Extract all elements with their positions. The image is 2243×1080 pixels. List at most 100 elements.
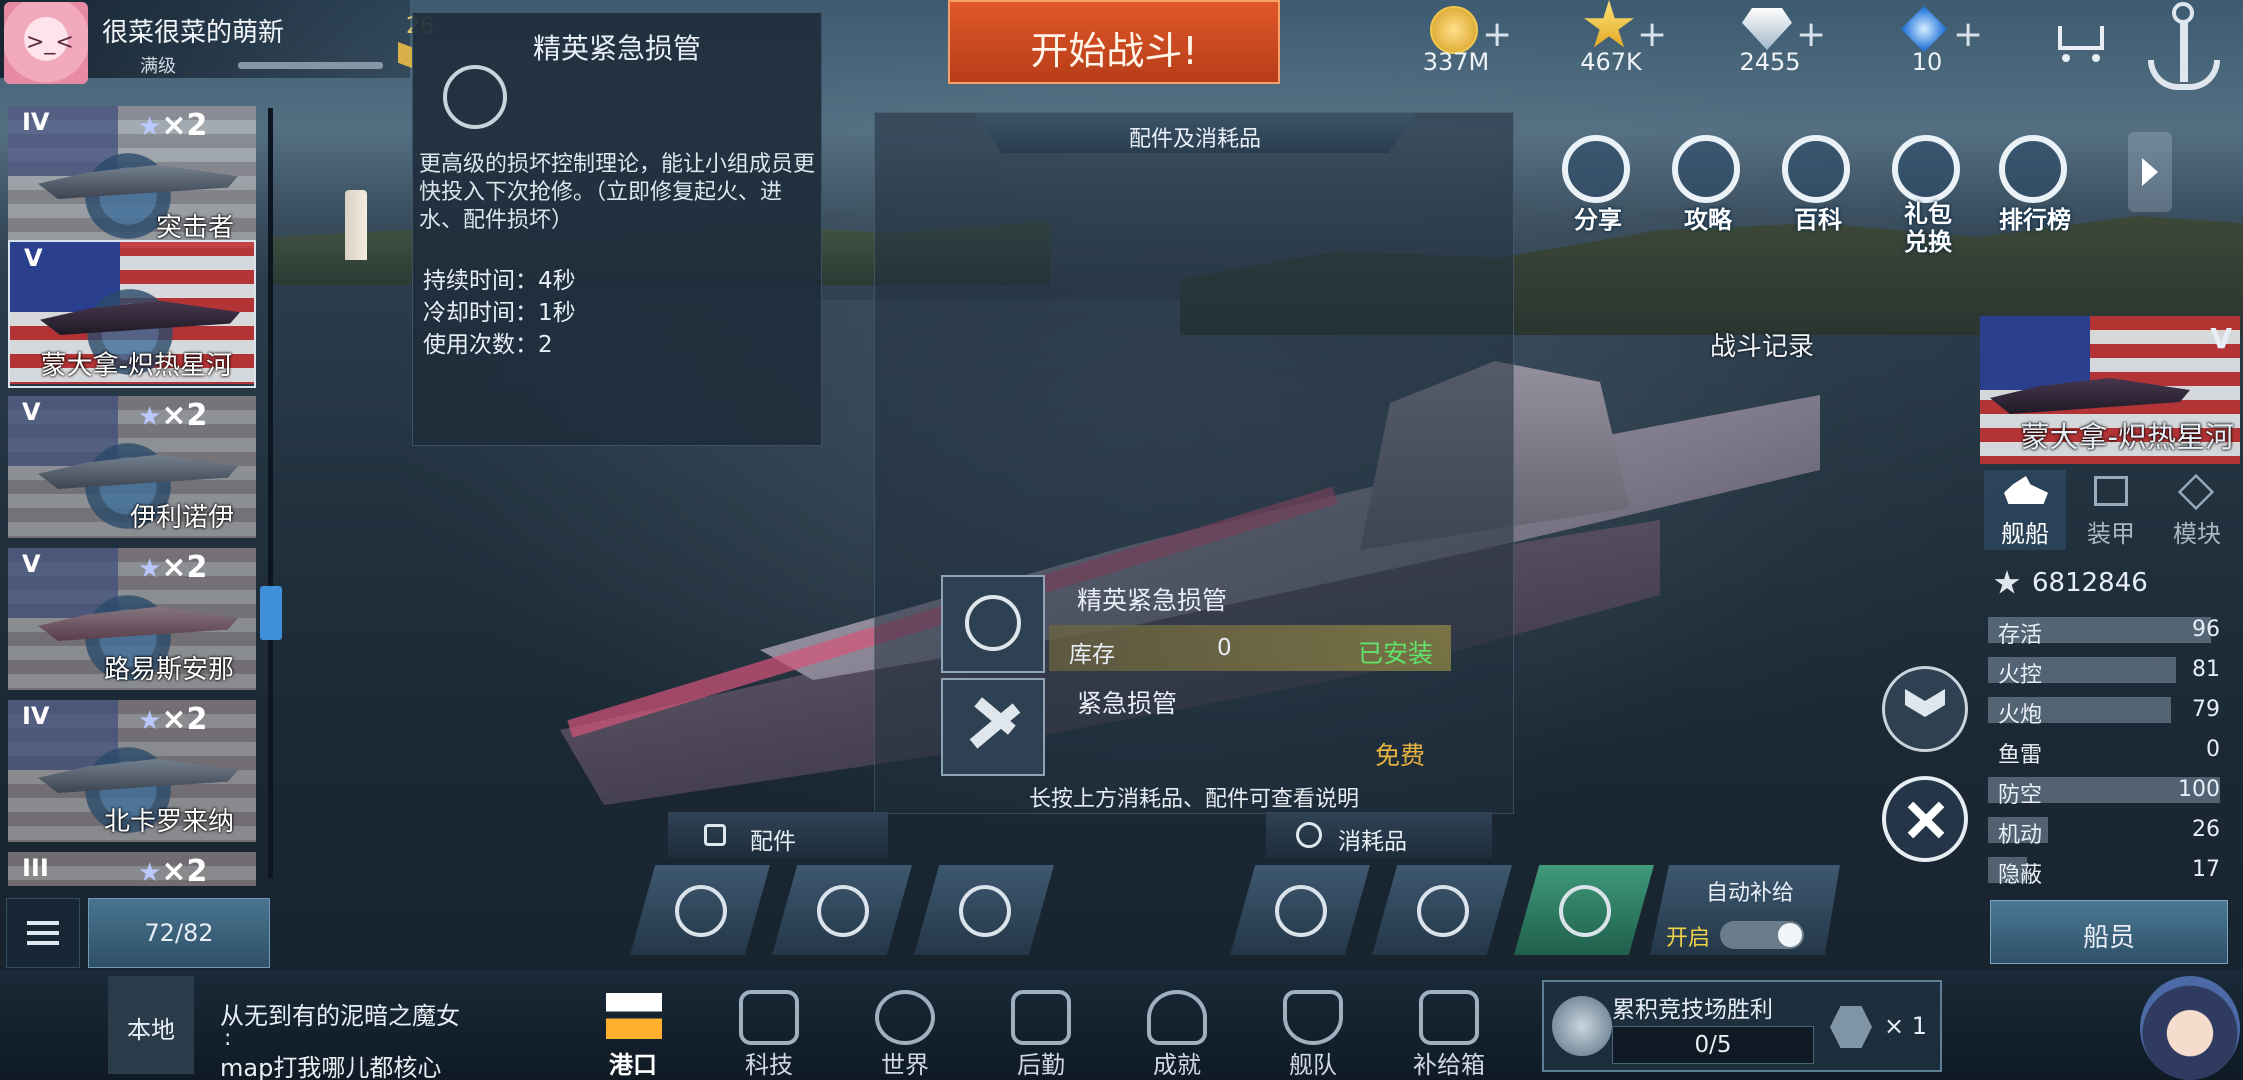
tab-ship[interactable]: 舰船 <box>1984 470 2066 550</box>
expand-menu-button[interactable] <box>2128 132 2172 212</box>
arena-progress-bar: 0/5 <box>1612 1026 1814 1064</box>
ship-card[interactable]: V ★×2 路易斯安那 <box>8 548 256 690</box>
nav-port[interactable]: 港口 <box>578 985 688 1080</box>
scrollbar-thumb[interactable] <box>260 586 282 640</box>
nav-fleet-label: 舰队 <box>1289 1051 1337 1079</box>
anchor-icon[interactable] <box>2140 2 2230 102</box>
stat-value: 79 <box>2192 697 2220 722</box>
strategy-label: 攻略 <box>1684 206 1732 234</box>
consumables-section-tab: 消耗品 <box>1266 812 1492 858</box>
stat-name: 火炮 <box>1998 703 2043 728</box>
auto-supply-toggle[interactable] <box>1720 921 1804 949</box>
selected-ship-card: V 蒙大拿-炽热星河 <box>1980 316 2240 464</box>
consumables-header: 配件及消耗品 <box>975 113 1415 153</box>
stat-name: 防空 <box>1998 783 2043 808</box>
nav-world[interactable]: 世界 <box>850 985 960 1080</box>
start-battle-label: 开始战斗! <box>1030 29 1198 73</box>
chat-box[interactable]: 从无到有的泥暗之魔女 : map打我哪儿都核心 <box>202 976 512 1080</box>
ship-card[interactable]: IV ★×2 突击者 <box>8 106 256 248</box>
tooltip-description: 更高级的损坏控制理论，能让小组成员更快投入下次抢修。（立即修复起火、进水、配件损… <box>419 152 816 233</box>
ship-card[interactable]: IV ★×2 北卡罗来纳 <box>8 700 256 842</box>
ship-count-value: ×2 <box>161 108 208 143</box>
world-icon <box>875 990 935 1045</box>
player-header[interactable]: >_< 很菜很菜的萌新 满级 26 <box>0 0 434 84</box>
ship-card[interactable]: V ★×2 伊利诺伊 <box>8 396 256 538</box>
star-icon <box>1584 0 1634 48</box>
chevron-right-icon <box>2142 158 2158 186</box>
ship-count-button[interactable]: 72/82 <box>88 898 270 968</box>
nav-port-label: 港口 <box>609 1051 657 1079</box>
damage-control-icon <box>965 595 1021 651</box>
cart-wheel <box>2092 54 2100 62</box>
ship-list[interactable]: IV ★×2 突击者 V 蒙大拿-炽热星河 V ★×2 伊利诺伊 V ★×2 路… <box>0 106 270 886</box>
nav-achievement[interactable]: 成就 <box>1122 985 1232 1080</box>
ship-name: 突击者 <box>155 213 234 243</box>
ship-count: ★×2 <box>138 550 207 585</box>
ship-list-scrollbar[interactable] <box>260 108 282 878</box>
armor-fitting-icon <box>675 885 727 937</box>
avatar[interactable]: >_< <box>4 2 88 84</box>
nav-tech-label: 科技 <box>745 1051 793 1079</box>
tab-armor[interactable]: 装甲 <box>2070 470 2152 550</box>
stat-row: 火炮 79 <box>1984 694 2228 728</box>
start-battle-button[interactable]: 开始战斗! <box>948 0 1280 84</box>
stock-value: 0 <box>1217 635 1232 661</box>
consumables-icon <box>1296 822 1322 848</box>
consumable-item-basic[interactable]: 紧急损管 免费 <box>941 678 1451 782</box>
module-tab-icon <box>2177 473 2215 511</box>
ship-card[interactable]: III ★×2 <box>8 852 256 886</box>
rank-button[interactable] <box>1882 666 1968 752</box>
nav-fleet[interactable]: 舰队 <box>1258 985 1368 1080</box>
stat-name: 隐蔽 <box>1998 863 2043 888</box>
fleet-icon <box>1283 990 1343 1045</box>
exp-bar <box>238 62 383 69</box>
nav-logistics[interactable]: 后勤 <box>986 985 1096 1080</box>
tab-module[interactable]: 模块 <box>2156 470 2238 550</box>
gift-redeem-button[interactable]: 礼包兑换 <box>1888 135 1968 256</box>
ship-tab-icon <box>2004 476 2048 504</box>
chat-channel-button[interactable]: 本地 <box>108 976 194 1074</box>
achievement-icon <box>1147 990 1207 1045</box>
installed-status: 已安装 <box>1357 639 1433 668</box>
resource-crystal[interactable]: + 10 <box>1857 0 1997 80</box>
tooltip-duration: 持续时间：4秒 <box>423 268 576 294</box>
share-button[interactable]: 分享 <box>1558 135 1638 245</box>
crew-button[interactable]: 船员 <box>1990 900 2228 964</box>
rank-chevron-icon <box>1905 689 1945 717</box>
arena-reward-count: × 1 <box>1884 1012 1928 1040</box>
ship-card-selected[interactable]: V 蒙大拿-炽热星河 <box>8 240 256 388</box>
resource-gold[interactable]: + 337M <box>1386 0 1526 80</box>
gift-redeem-icon <box>1892 135 1960 203</box>
reward-hex-icon <box>1830 1006 1872 1048</box>
nav-supply-box[interactable]: 补给箱 <box>1394 985 1504 1080</box>
resource-star[interactable]: + 467K <box>1541 0 1681 80</box>
tab-armor-label: 装甲 <box>2087 520 2135 548</box>
fittings-label: 配件 <box>750 829 796 855</box>
power-value: 6812846 <box>2032 568 2148 598</box>
encyclopedia-button[interactable]: 百科 <box>1778 135 1858 245</box>
shop-cart-icon[interactable] <box>2050 20 2112 66</box>
repair-tools-button[interactable] <box>1882 776 1968 862</box>
stat-value: 0 <box>2206 737 2220 762</box>
arena-quest-title: 累积竞技场胜利 <box>1612 997 1773 1023</box>
nav-tech[interactable]: 科技 <box>714 985 824 1080</box>
battle-record-link[interactable]: 战斗记录 <box>1710 326 1814 363</box>
list-view-button[interactable] <box>6 898 80 968</box>
auto-supply-panel: 自动补给 开启 <box>1650 865 1840 955</box>
consumables-hint: 长按上方消耗品、配件可查看说明 <box>1028 787 1359 812</box>
diamond-icon <box>1742 8 1792 50</box>
advisor-avatar[interactable] <box>2140 976 2240 1080</box>
ship-stats: 存活 96 火控 81 火炮 79 鱼雷 0 防空 100 机动 26 隐蔽 17 <box>1984 614 2228 894</box>
ship-count: ★×2 <box>138 854 207 886</box>
stat-value: 100 <box>2178 777 2220 802</box>
supply-box-icon <box>1419 990 1479 1045</box>
nav-world-label: 世界 <box>881 1051 929 1079</box>
strategy-button[interactable]: 攻略 <box>1668 135 1748 245</box>
resource-diamond[interactable]: + 2455 <box>1700 0 1840 80</box>
leaderboard-button[interactable]: 排行榜 <box>1995 135 2075 245</box>
consumable-name: 紧急损管 <box>1077 689 1178 718</box>
arena-quest-panel[interactable]: 累积竞技场胜利 0/5 × 1 <box>1542 980 1942 1072</box>
armor-tab-icon <box>2094 476 2128 506</box>
blue-crystal-icon <box>1901 6 1947 52</box>
consumable-item-elite[interactable]: 精英紧急损管 库存 0 已安装 <box>941 575 1451 679</box>
